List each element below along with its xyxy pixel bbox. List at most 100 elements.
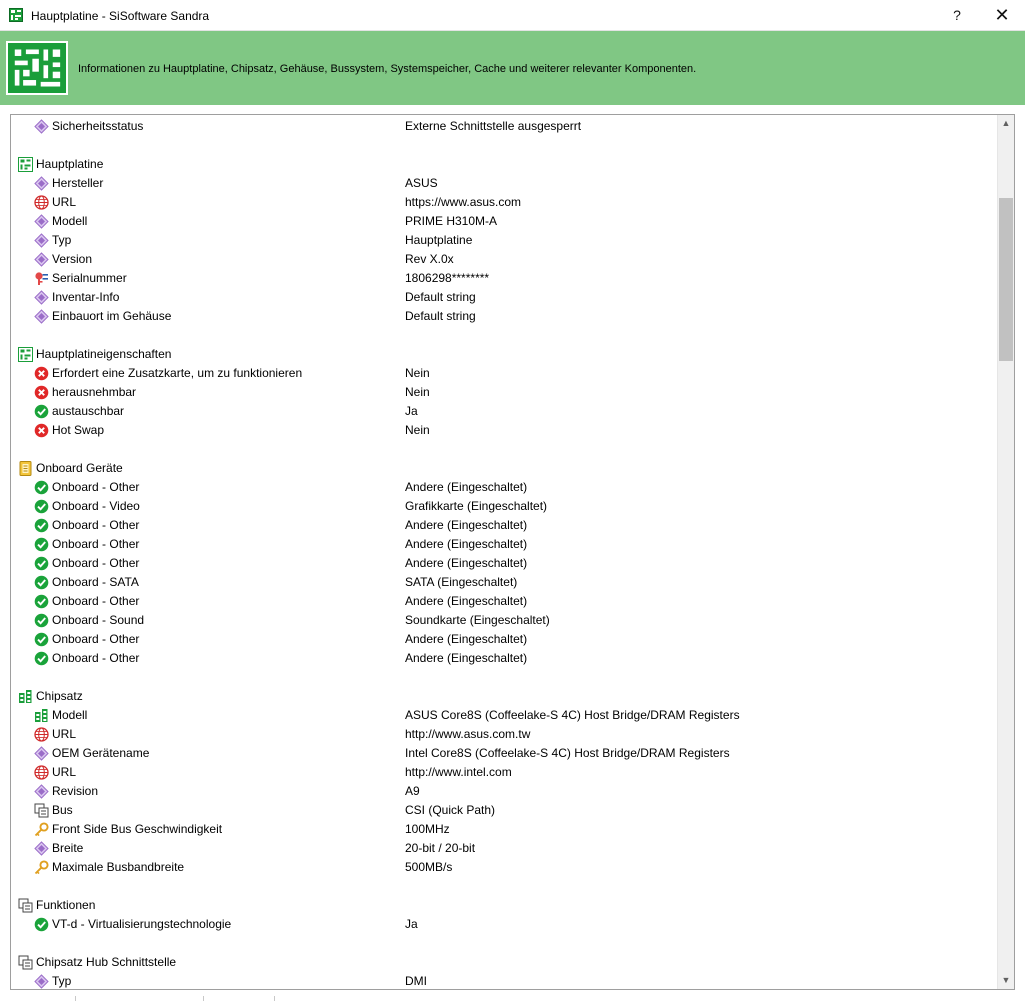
check-icon (34, 613, 49, 628)
check-icon (34, 632, 49, 647)
status-divider (274, 996, 275, 1001)
section-header[interactable]: Hauptplatineigenschaften (11, 345, 997, 364)
property-row[interactable]: Inventar-Info Default string (11, 288, 997, 307)
key-icon (34, 822, 49, 837)
property-row[interactable]: Onboard - Other Andere (Eingeschaltet) (11, 535, 997, 554)
property-row[interactable]: Onboard - Other Andere (Eingeschaltet) (11, 554, 997, 573)
globe-icon (34, 727, 49, 742)
property-row[interactable]: Onboard - Video Grafikkarte (Eingeschalte… (11, 497, 997, 516)
property-row[interactable]: Bus CSI (Quick Path) (11, 801, 997, 820)
section-header[interactable]: Chipsatz Hub Schnittstelle (11, 953, 997, 972)
property-value: A9 (405, 784, 420, 798)
chipset-icon (34, 708, 49, 723)
check-icon (34, 917, 49, 932)
property-value: 500MB/s (405, 860, 453, 874)
property-label: Onboard - Other (52, 651, 140, 665)
property-row[interactable]: Hot Swap Nein (11, 421, 997, 440)
property-row[interactable]: Modell PRIME H310M-A (11, 212, 997, 231)
property-row[interactable]: Maximale Busbandbreite 500MB/s (11, 858, 997, 877)
property-row[interactable]: OEM Gerätename Intel Core8S (Coffeelake-S… (11, 744, 997, 763)
property-row[interactable]: Einbauort im Gehäuse Default string (11, 307, 997, 326)
help-button[interactable]: ? (935, 0, 979, 31)
property-row[interactable]: URL http://www.asus.com.tw (11, 725, 997, 744)
vertical-scrollbar[interactable]: ▲ ▼ (997, 115, 1014, 989)
property-value: PRIME H310M-A (405, 214, 498, 228)
error-icon (34, 385, 49, 400)
property-row[interactable]: Hersteller ASUS (11, 174, 997, 193)
close-button[interactable]: ✕ (980, 0, 1024, 31)
property-label: Maximale Busbandbreite (52, 860, 185, 874)
section-title: Chipsatz Hub Schnittstelle (36, 955, 177, 969)
property-row[interactable]: Modell ASUS Core8S (Coffeelake-S 4C) Host… (11, 706, 997, 725)
check-icon (34, 518, 49, 533)
status-divider (203, 996, 204, 1001)
property-label: Sicherheitsstatus (52, 119, 144, 133)
error-icon (34, 366, 49, 381)
property-value: Intel Core8S (Coffeelake-S 4C) Host Brid… (405, 746, 730, 760)
property-row[interactable]: Revision A9 (11, 782, 997, 801)
property-value: ASUS (405, 176, 438, 190)
check-icon (34, 556, 49, 571)
property-row[interactable]: Version Rev X.0x (11, 250, 997, 269)
info-panel: Sicherheitsstatus Externe Schnittstelle a… (10, 114, 1015, 990)
section-header[interactable]: Hauptplatine (11, 155, 997, 174)
property-label: Breite (52, 841, 84, 855)
property-value: Hauptplatine (405, 233, 473, 247)
serial-icon (34, 271, 49, 286)
scroll-up-button[interactable]: ▲ (998, 115, 1014, 132)
property-value: Andere (Eingeschaltet) (405, 518, 528, 532)
scroll-down-button[interactable]: ▼ (998, 972, 1014, 989)
property-row[interactable]: URL https://www.asus.com (11, 193, 997, 212)
property-value: SATA (Eingeschaltet) (405, 575, 518, 589)
property-value: CSI (Quick Path) (405, 803, 496, 817)
property-label: Onboard - Other (52, 518, 140, 532)
check-icon (34, 499, 49, 514)
property-label: Bus (52, 803, 73, 817)
globe-icon (34, 765, 49, 780)
property-row[interactable]: Onboard - Sound Soundkarte (Eingeschaltet… (11, 611, 997, 630)
section-header[interactable]: Funktionen (11, 896, 997, 915)
property-value: https://www.asus.com (405, 195, 522, 209)
scroll-thumb[interactable] (999, 198, 1013, 361)
property-label: Inventar-Info (52, 290, 120, 304)
property-value: Andere (Eingeschaltet) (405, 632, 528, 646)
property-value: Nein (405, 366, 430, 380)
property-icon (34, 233, 49, 248)
bus-icon (34, 803, 49, 818)
section-title: Onboard Geräte (36, 461, 123, 475)
property-row[interactable]: herausnehmbar Nein (11, 383, 997, 402)
property-row[interactable]: Serialnummer 1806298******** (11, 269, 997, 288)
property-icon (34, 974, 49, 989)
property-value: Andere (Eingeschaltet) (405, 480, 528, 494)
property-row[interactable]: Onboard - Other Andere (Eingeschaltet) (11, 630, 997, 649)
property-row[interactable]: Onboard - SATA SATA (Eingeschaltet) (11, 573, 997, 592)
property-row[interactable]: Typ Hauptplatine (11, 231, 997, 250)
property-icon (34, 214, 49, 229)
bus-icon (18, 955, 33, 970)
section-header[interactable]: Chipsatz (11, 687, 997, 706)
motherboard-logo-icon (6, 41, 68, 95)
device-icon (18, 461, 33, 476)
property-row[interactable]: austauschbar Ja (11, 402, 997, 421)
property-row[interactable]: URL http://www.intel.com (11, 763, 997, 782)
property-value: Nein (405, 423, 430, 437)
property-label: austauschbar (52, 404, 125, 418)
property-row[interactable]: Front Side Bus Geschwindigkeit 100MHz (11, 820, 997, 839)
property-list: Sicherheitsstatus Externe Schnittstelle a… (11, 115, 997, 989)
property-row[interactable]: Onboard - Other Andere (Eingeschaltet) (11, 649, 997, 668)
property-label: Onboard - Video (52, 499, 140, 513)
section-title: Chipsatz (36, 689, 83, 703)
property-row[interactable]: Onboard - Other Andere (Eingeschaltet) (11, 592, 997, 611)
property-row[interactable]: Sicherheitsstatus Externe Schnittstelle a… (11, 117, 997, 136)
property-label: Onboard - SATA (52, 575, 139, 589)
property-value: 100MHz (405, 822, 450, 836)
section-header[interactable]: Onboard Geräte (11, 459, 997, 478)
property-row[interactable]: Onboard - Other Andere (Eingeschaltet) (11, 478, 997, 497)
property-row[interactable]: Breite 20-bit / 20-bit (11, 839, 997, 858)
property-row[interactable]: Typ DMI (11, 972, 997, 989)
property-row[interactable]: Erfordert eine Zusatzkarte, um zu funkti… (11, 364, 997, 383)
property-row[interactable]: VT-d - Virtualisierungstechnologie Ja (11, 915, 997, 934)
property-label: Onboard - Other (52, 480, 140, 494)
chipset-icon (18, 689, 33, 704)
property-row[interactable]: Onboard - Other Andere (Eingeschaltet) (11, 516, 997, 535)
